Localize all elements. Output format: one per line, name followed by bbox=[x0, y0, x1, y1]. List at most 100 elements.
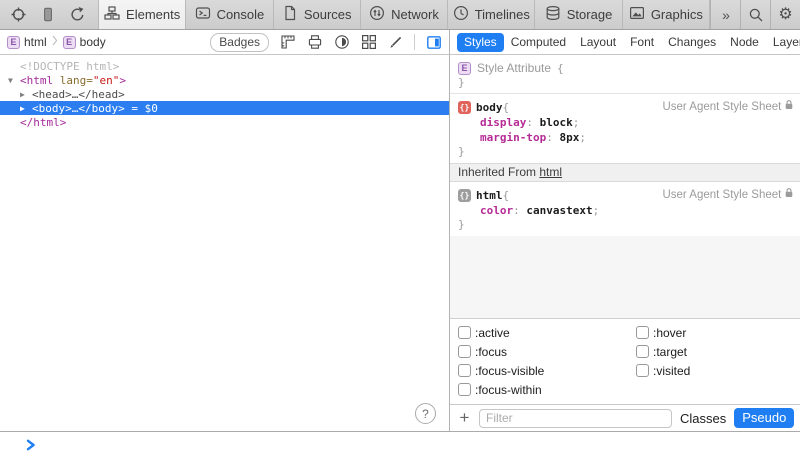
divider bbox=[414, 34, 415, 50]
ruler-icon[interactable] bbox=[279, 34, 296, 51]
tab-sources[interactable]: Sources bbox=[273, 0, 360, 29]
tab-timelines[interactable]: Timelines bbox=[447, 0, 534, 29]
lock-icon bbox=[784, 187, 794, 203]
help-button[interactable]: ? bbox=[415, 403, 436, 424]
css-rule-html[interactable]: {}html {User Agent Style Sheetcolor: can… bbox=[450, 182, 800, 236]
open-brace: { bbox=[503, 100, 510, 115]
breadcrumb-item-body[interactable]: E body bbox=[63, 35, 106, 49]
dom-tree-line[interactable]: </html> bbox=[0, 115, 449, 129]
dom-tree-line[interactable]: <!DOCTYPE html> bbox=[0, 59, 449, 73]
element-badge: E bbox=[458, 62, 471, 75]
settings-gear-icon[interactable]: ⚙ bbox=[771, 0, 800, 29]
css-rule-body[interactable]: {}body {User Agent Style Sheetdisplay: b… bbox=[450, 94, 800, 163]
dom-token: lang= bbox=[53, 74, 93, 87]
print-styles-icon[interactable] bbox=[306, 34, 323, 51]
pseudo-class-row[interactable]: :target bbox=[636, 342, 690, 361]
details-sidebar-toggle-icon[interactable] bbox=[425, 34, 442, 51]
tab-storage[interactable]: Storage bbox=[534, 0, 621, 29]
css-property[interactable]: margin-top: 8px; bbox=[458, 130, 794, 145]
filter-input[interactable] bbox=[479, 409, 672, 428]
disclosure-arrow-icon[interactable]: ▼ bbox=[8, 76, 20, 85]
pseudo-class-row[interactable]: :focus-visible bbox=[458, 361, 636, 380]
new-rule-button[interactable]: + bbox=[458, 410, 471, 426]
close-brace: } bbox=[458, 76, 794, 90]
rule-origin: User Agent Style Sheet bbox=[662, 187, 794, 203]
tab-styles[interactable]: Styles bbox=[457, 33, 504, 52]
inspect-element-icon[interactable] bbox=[10, 6, 27, 23]
chevron-right-icon bbox=[52, 35, 58, 49]
pseudo-class-row[interactable]: :focus bbox=[458, 342, 636, 361]
dom-tree-line[interactable]: ▶<body>…</body> = $0 bbox=[0, 101, 449, 115]
tab-graphics[interactable]: Graphics bbox=[622, 0, 710, 29]
checkbox-target[interactable] bbox=[636, 345, 649, 358]
overflow-tabs-icon[interactable]: » bbox=[711, 0, 740, 29]
pseudo-class-row[interactable]: :hover bbox=[636, 323, 690, 342]
checkbox-visited[interactable] bbox=[636, 364, 649, 377]
quick-console[interactable] bbox=[0, 431, 800, 461]
search-icon[interactable] bbox=[741, 0, 770, 29]
disclosure-arrow-icon[interactable]: ▶ bbox=[20, 90, 32, 99]
tab-layout[interactable]: Layout bbox=[573, 33, 623, 52]
tab-changes[interactable]: Changes bbox=[661, 33, 723, 52]
rule-selector: html bbox=[476, 188, 503, 203]
rule-selector: body bbox=[476, 100, 503, 115]
style-attribute-title: Style Attribute bbox=[477, 61, 551, 75]
element-badge: E bbox=[63, 36, 76, 49]
close-brace: } bbox=[458, 218, 794, 232]
dom-tree-line[interactable]: ▼<html lang="en"> bbox=[0, 73, 449, 87]
checkbox-hover[interactable] bbox=[636, 326, 649, 339]
breadcrumb-item-html[interactable]: E html bbox=[7, 35, 47, 49]
styles-sidebar: E Style Attribute { } {}body {User Agent… bbox=[450, 55, 800, 431]
checkbox-focus[interactable] bbox=[458, 345, 471, 358]
css-property[interactable]: color: canvastext; bbox=[458, 203, 794, 218]
graphics-icon bbox=[629, 5, 645, 24]
tab-bar-right-controls: » ⚙ bbox=[710, 0, 800, 29]
inherited-from-header: Inherited From html bbox=[450, 163, 800, 182]
pseudo-button[interactable]: Pseudo bbox=[734, 408, 794, 428]
checkbox-active[interactable] bbox=[458, 326, 471, 339]
pseudo-class-row[interactable]: :focus-within bbox=[458, 380, 636, 399]
tab-label: Network bbox=[391, 7, 439, 22]
inherited-prefix: Inherited From bbox=[458, 165, 539, 179]
checkbox-focus-visible[interactable] bbox=[458, 364, 471, 377]
pseudo-class-row[interactable]: :visited bbox=[636, 361, 690, 380]
open-brace: { bbox=[503, 188, 510, 203]
inherited-node-link[interactable]: html bbox=[539, 165, 562, 179]
main-tabs: Elements Console Sources Network Timelin… bbox=[98, 0, 710, 29]
appearance-contrast-icon[interactable] bbox=[333, 34, 350, 51]
tab-console[interactable]: Console bbox=[185, 0, 272, 29]
tab-layers[interactable]: Layers bbox=[766, 33, 800, 52]
pseudo-column-right: :hover :target :visited bbox=[636, 323, 690, 399]
pseudo-class-row[interactable]: :active bbox=[458, 323, 636, 342]
pseudo-class-label: :hover bbox=[653, 326, 686, 340]
tab-font[interactable]: Font bbox=[623, 33, 661, 52]
tab-network[interactable]: Network bbox=[360, 0, 447, 29]
style-attribute-section[interactable]: E Style Attribute { } bbox=[450, 55, 800, 94]
pseudo-class-label: :target bbox=[653, 345, 687, 359]
tab-label: Timelines bbox=[475, 7, 530, 22]
main-tab-bar: Elements Console Sources Network Timelin… bbox=[0, 0, 800, 30]
css-property[interactable]: display: block; bbox=[458, 115, 794, 130]
network-icon bbox=[369, 5, 385, 24]
elements-icon bbox=[104, 5, 120, 24]
tab-elements[interactable]: Elements bbox=[98, 0, 185, 29]
classes-button[interactable]: Classes bbox=[680, 411, 726, 426]
checkbox-focus-within[interactable] bbox=[458, 383, 471, 396]
elements-toolbar-buttons: Badges bbox=[210, 33, 442, 52]
dom-tree-line[interactable]: ▶<head>…</head> bbox=[0, 87, 449, 101]
tab-label: Console bbox=[217, 7, 265, 22]
tab-label: Storage bbox=[567, 7, 613, 22]
edit-brush-icon[interactable] bbox=[387, 34, 404, 51]
tab-node[interactable]: Node bbox=[723, 33, 766, 52]
grid-overlay-icon[interactable] bbox=[360, 34, 377, 51]
disclosure-arrow-icon[interactable]: ▶ bbox=[20, 104, 32, 113]
empty-area bbox=[450, 236, 800, 318]
badges-button[interactable]: Badges bbox=[210, 33, 269, 52]
device-frame-icon[interactable] bbox=[40, 6, 56, 23]
console-icon bbox=[195, 5, 211, 24]
web-inspector-window: Elements Console Sources Network Timelin… bbox=[0, 0, 800, 461]
reload-icon[interactable] bbox=[69, 6, 86, 23]
tab-computed[interactable]: Computed bbox=[504, 33, 573, 52]
sources-icon bbox=[282, 5, 298, 24]
dom-token: <head>…</head> bbox=[32, 88, 125, 101]
